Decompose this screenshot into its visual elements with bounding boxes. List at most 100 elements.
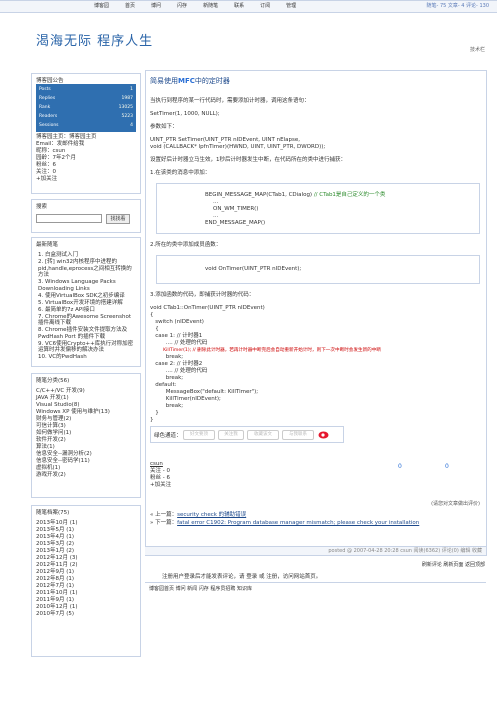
nav-item-home[interactable]: 首页 (117, 2, 143, 9)
category-item[interactable]: C/C++/VC 开发(9) (36, 388, 136, 395)
archive-item[interactable]: 2010年7月 (5) (36, 611, 136, 618)
avatar-row-value: 1987 (121, 96, 133, 101)
category-item[interactable]: 信息安全--漏洞分析(2) (36, 451, 136, 458)
digg-count[interactable]: 0 (398, 463, 402, 470)
prev-post-link[interactable]: security check 的辅助错误 (177, 512, 246, 518)
follow-me-button[interactable]: 关注我 (218, 430, 244, 440)
search-title: 搜索 (36, 204, 48, 210)
bottom-nav[interactable]: 博客园首页 博问 新闻 闪存 程序员招聘 知识库 (149, 585, 252, 592)
announcement-text: 博客园主页：博客园主页 Email：发邮件给我 昵称：csun 园龄：7年2个月… (36, 134, 97, 183)
fans-count[interactable]: 粉丝：6 (36, 162, 97, 169)
code-line: default: (150, 382, 177, 388)
nav-item-newpost[interactable]: 新随笔 (195, 2, 226, 9)
archive-item[interactable]: 2013年5月 (1) (36, 527, 136, 534)
category-item[interactable]: 信息安全--密码学(11) (36, 458, 136, 465)
blog-stats: 随笔- 75 文章- 4 评论- 130 (426, 3, 489, 9)
latest-posts-title: 最新随笔 (36, 242, 59, 248)
author-follow[interactable]: +加关注 (150, 482, 171, 489)
archive-item[interactable]: 2012年8月 (1) (36, 576, 136, 583)
archive-item[interactable]: 2013年3月 (2) (36, 541, 136, 548)
next-label: » 下一篇： (150, 520, 178, 526)
category-item[interactable]: 游戏开发(2) (36, 472, 136, 479)
code-line: { (150, 312, 154, 318)
archive-item[interactable]: 2011年10月 (1) (36, 590, 136, 597)
search-panel: 搜索 找找看 (31, 199, 141, 233)
next-post-link[interactable]: fatal error C1902: Program database mana… (177, 520, 419, 526)
blog-subtitle: 技术栏 (469, 47, 485, 53)
author-fans[interactable]: 粉丝 - 6 (150, 475, 171, 482)
comment-actions[interactable]: 刷新评论 刷新页面 返回顶部 (422, 561, 485, 568)
nav-item-admin[interactable]: 管理 (278, 2, 304, 9)
latest-post-item[interactable]: 10. VC的PwdHash (38, 354, 136, 361)
archive-item[interactable]: 2010年12月 (1) (36, 604, 136, 611)
post-paragraph: void (CALLBACK* lpfnTimer)(HWND, UINT, U… (150, 144, 326, 150)
archive-item[interactable]: 2013年10月 (1) (36, 520, 136, 527)
follow-link[interactable]: +加关注 (36, 176, 97, 183)
archive-item[interactable]: 2013年1月 (2) (36, 548, 136, 555)
archive-title: 随笔档案(75) (36, 510, 70, 516)
nav-item-ing[interactable]: 闪存 (169, 2, 195, 9)
category-item[interactable]: 如何做学问(1) (36, 430, 136, 437)
favorite-button[interactable]: 收藏该文 (247, 430, 279, 440)
categories-title: 随笔分类(56) (36, 378, 70, 384)
post-paragraph: 参数如下： (150, 124, 178, 130)
follow-count[interactable]: 关注：0 (36, 169, 97, 176)
category-item[interactable]: Windows XP 使用与维护(13) (36, 409, 136, 416)
post-title[interactable]: 简易使用MFC中的定时器 (150, 76, 230, 86)
nav-item-ask[interactable]: 博问 (143, 2, 169, 9)
archive-item[interactable]: 2012年9月 (1) (36, 569, 136, 576)
archive-item[interactable]: 2013年4月 (1) (36, 534, 136, 541)
latest-post-item[interactable]: 7. Chrome的Awesome Screenshot插件离线下载 (38, 314, 136, 327)
nav-item-cnblogs[interactable]: 博客园 (86, 2, 117, 9)
latest-post-item[interactable]: 5. VirtualBox开发环境的搭建详解 (38, 300, 136, 307)
author-name[interactable]: csun (150, 461, 171, 468)
nav-item-contact[interactable]: 联系 (226, 2, 252, 9)
category-item[interactable]: JAVA 开发(1) (36, 395, 136, 402)
code-line: KillTimer(nIDEvent); (150, 396, 221, 402)
blog-title[interactable]: 渴海无际 程序人生 (36, 30, 153, 49)
latest-post-item[interactable]: 9. VC6使用Crypto++库执行对称加密运算时并发偏移的解决办法 (38, 341, 136, 354)
category-item[interactable]: 软件开发(2) (36, 437, 136, 444)
post-title-prefix[interactable]: 简易使用 (150, 77, 178, 85)
code-line: BEGIN_MESSAGE_MAP(CTab1, CDialog) // CTa… (205, 192, 386, 198)
code-line: MessageBox("default: KillTimer"); (150, 389, 259, 395)
recommend-button[interactable]: 好文要顶 (183, 430, 215, 440)
top-nav: 博客园 首页 博问 闪存 新随笔 联系 订阅 管理 随笔- 75 文章- 4 评… (0, 0, 497, 13)
code-block-ontimer: void CTab1::OnTimer(UINT_PTR nIDEvent){ … (150, 305, 480, 424)
code-line: ON_WM_TIMER() (213, 206, 259, 212)
latest-post-item[interactable]: 1. 白盒测试入门 (38, 252, 136, 259)
nav-item-subscribe[interactable]: 订阅 (252, 2, 278, 9)
latest-post-item[interactable]: 2. [转] win32内核程序中进程的pid,handle,eprocess之… (38, 259, 136, 279)
login-tip[interactable]: 注册用户登录后才能发表评论，请 登录 或 注册，访问网站首页。 (162, 572, 321, 580)
latest-posts-panel: 最新随笔 1. 白盒测试入门 2. [转] win32内核程序中进程的pid,h… (31, 237, 141, 367)
code-line: void CTab1::OnTimer(UINT_PTR nIDEvent) (150, 305, 265, 311)
homepage-link[interactable]: 博客园主页：博客园主页 (36, 134, 97, 141)
author-focus[interactable]: 关注 - 0 (150, 468, 171, 475)
search-button[interactable]: 找找看 (106, 214, 130, 224)
archive-item[interactable]: 2012年11月 (2) (36, 562, 136, 569)
code-line: .... // 处理的代码 (150, 368, 208, 374)
archive-item[interactable]: 2012年12月 (3) (36, 555, 136, 562)
category-item[interactable]: 财务与管理(2) (36, 416, 136, 423)
category-item[interactable]: 虚拟机(1) (36, 465, 136, 472)
latest-post-item[interactable]: 6. 最简单的7z API接口 (38, 307, 136, 314)
post-title-suffix[interactable]: 中的定时器 (195, 77, 230, 85)
weibo-icon[interactable] (318, 429, 329, 439)
post-paragraph: 2.所在的类中添加成员函数： (150, 242, 222, 248)
latest-post-item[interactable]: 3. Windows Language Packs Downloading Li… (38, 279, 136, 292)
divider (145, 582, 486, 583)
search-input[interactable] (36, 214, 102, 223)
category-item[interactable]: Visual Studio(8) (36, 402, 136, 409)
email-link[interactable]: Email：发邮件给我 (36, 141, 97, 148)
code-box-message-map: BEGIN_MESSAGE_MAP(CTab1, CDialog) // CTa… (156, 183, 480, 234)
contact-button[interactable]: 与我联系 (282, 430, 314, 440)
category-item[interactable]: 算法(1) (36, 444, 136, 451)
archive-item[interactable]: 2011年9月 (1) (36, 597, 136, 604)
post-title-bold[interactable]: MFC (178, 77, 195, 85)
post-paragraph: 1.在该类的消息中添加： (150, 170, 211, 176)
bury-count[interactable]: 0 (445, 463, 449, 470)
latest-post-item[interactable]: 8. Chrome插件安装文件提取方法及PwdHash Port 的插件下载 (38, 327, 136, 340)
archive-item[interactable]: 2012年7月 (1) (36, 583, 136, 590)
latest-post-item[interactable]: 4. 使用VirtualBox SDK之初步编译 (38, 293, 136, 300)
category-item[interactable]: 可信计算(3) (36, 423, 136, 430)
